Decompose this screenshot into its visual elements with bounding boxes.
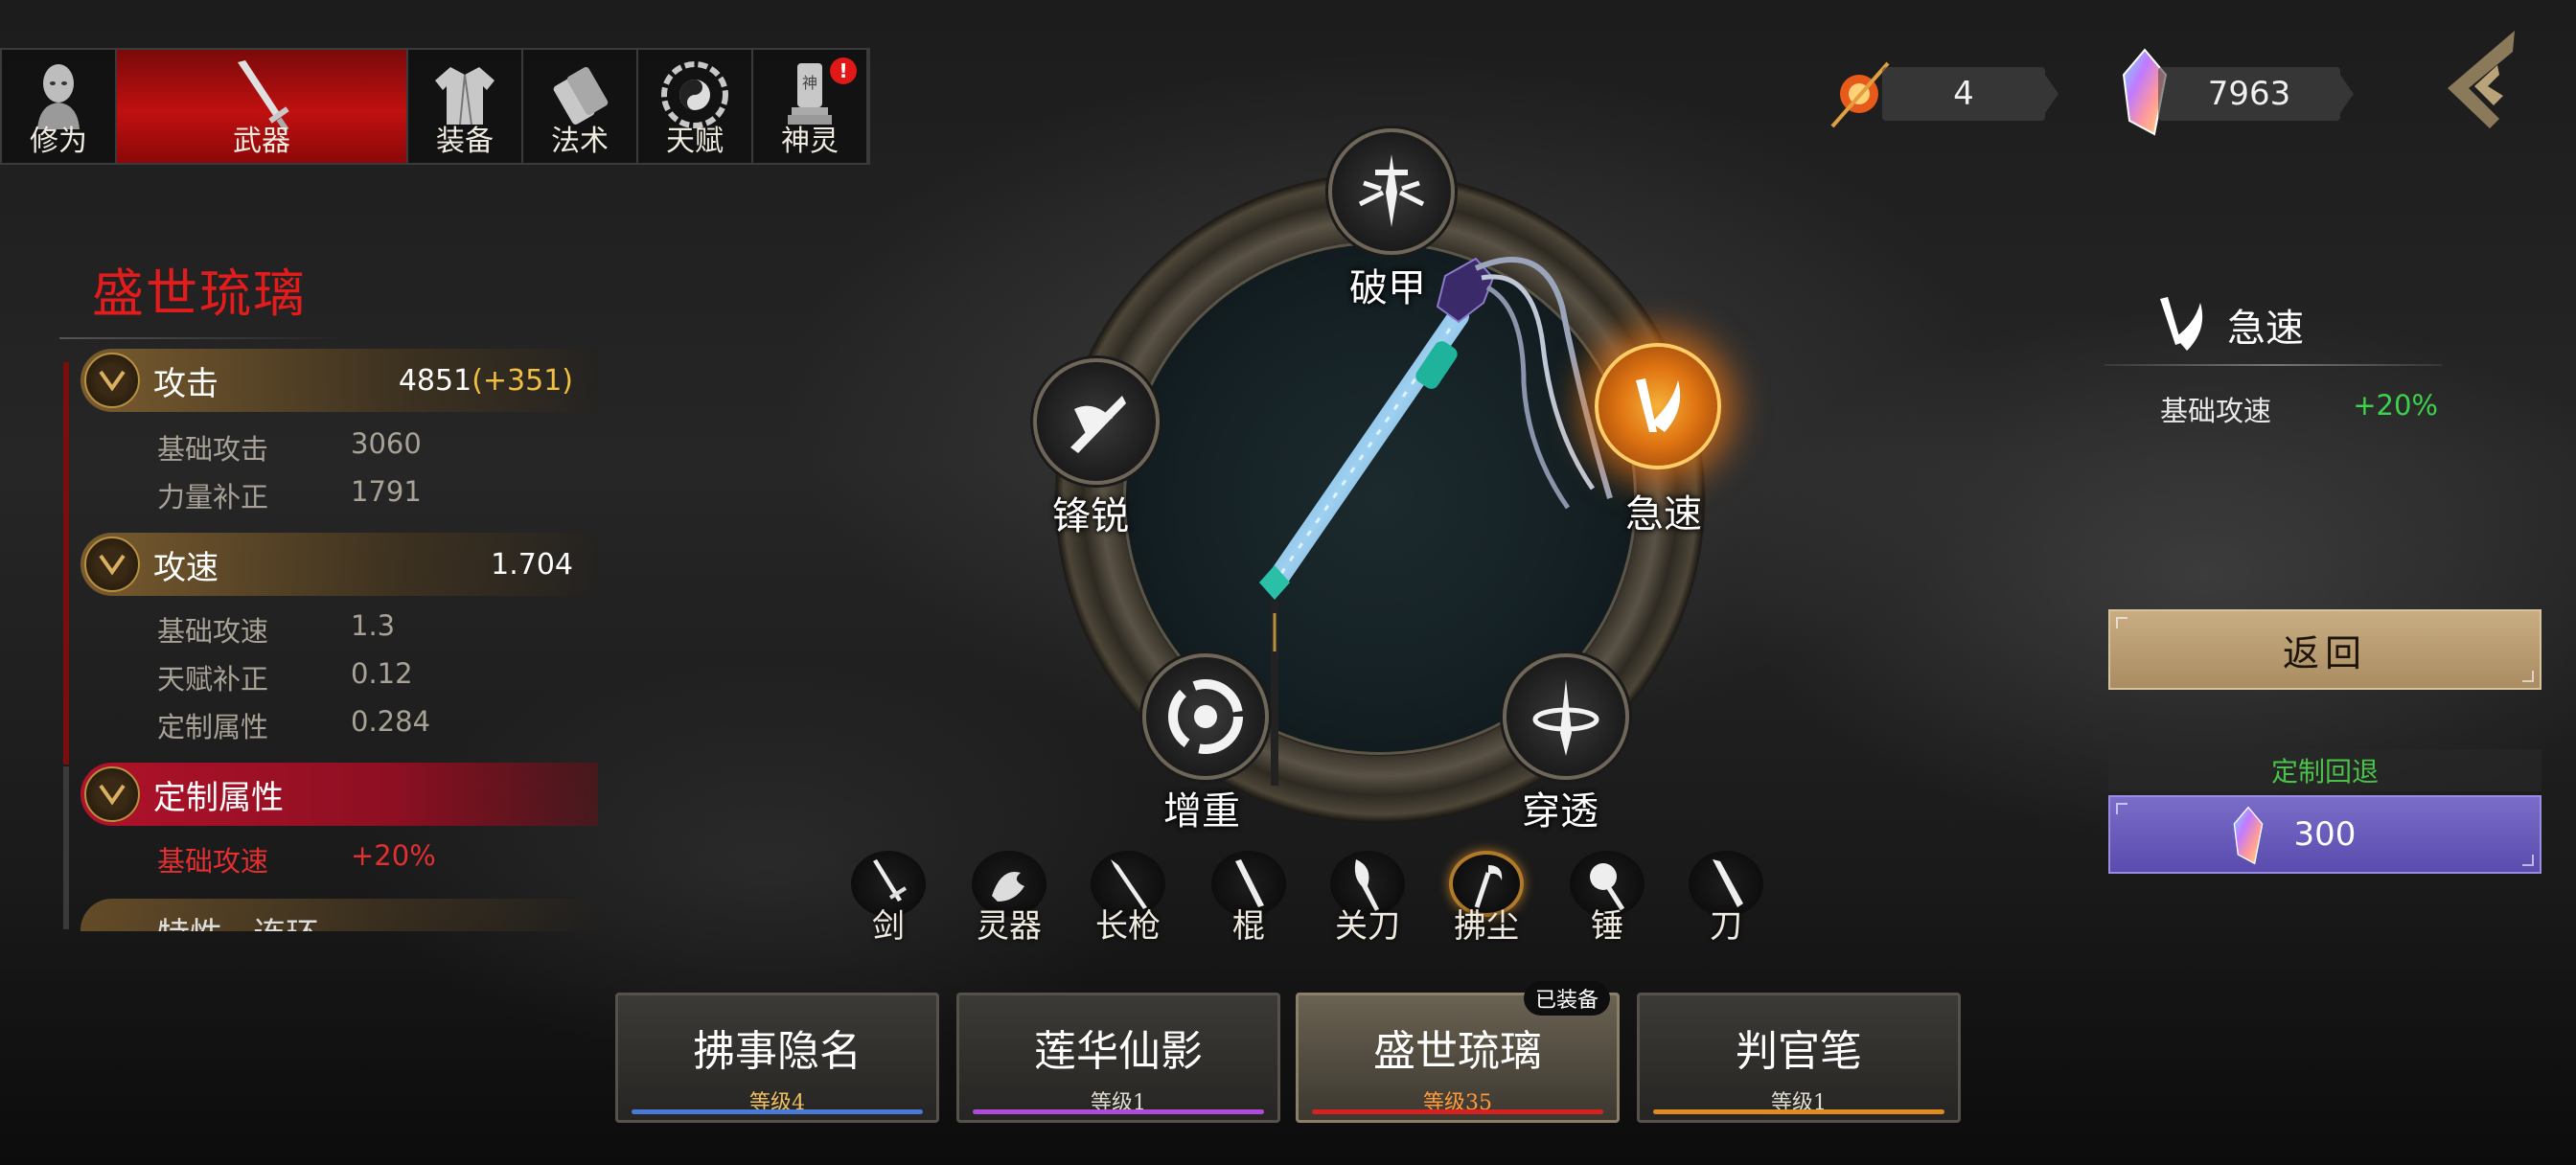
rarity-bar	[1312, 1109, 1603, 1114]
divider	[59, 337, 347, 339]
weapon-type-sword[interactable]: 剑	[845, 851, 932, 947]
reset-button[interactable]: 300	[2108, 795, 2542, 874]
stat-attack-header[interactable]: 攻击 4851(+351)	[80, 349, 598, 412]
tab-weapon[interactable]: 武器	[117, 50, 408, 163]
node-label: 急速	[1625, 492, 1702, 537]
weapon-type-glaive[interactable]: 关刀	[1324, 851, 1411, 947]
tab-label: 修为	[30, 125, 87, 158]
svg-text:神: 神	[802, 74, 817, 92]
node-label: 增重	[1163, 789, 1240, 834]
weapon-title: 盛世琉璃	[92, 263, 307, 324]
node-label: 穿透	[1522, 789, 1598, 834]
stat-attack-speed-header[interactable]: 攻速 1.704	[80, 533, 598, 596]
rarity-bar	[973, 1109, 1264, 1114]
node-swift[interactable]	[1595, 343, 1721, 469]
stat-name: 定制属性	[153, 778, 284, 817]
tab-equipment[interactable]: 装备	[408, 50, 523, 163]
node-weight[interactable]	[1142, 653, 1269, 780]
stat-sub-row: 天赋补正 0.12	[157, 657, 413, 696]
pierce-sword-icon	[1532, 679, 1599, 756]
stat-sub-row: 定制属性 0.284	[157, 705, 431, 743]
tab-label: 法术	[551, 125, 609, 158]
equipped-badge: 已装备	[1524, 981, 1611, 1016]
divider	[2104, 364, 2442, 366]
stat-sub-row: 基础攻击 3060	[157, 427, 422, 466]
weapon-type-spear[interactable]: 长枪	[1085, 851, 1171, 947]
reset-cost: 300	[2293, 815, 2357, 854]
stat-value: 4851(+351)	[398, 363, 573, 398]
stat-name: 攻速	[153, 548, 218, 587]
weapon-type-staff[interactable]: 棍	[1206, 851, 1292, 947]
weapon-card[interactable]: 莲华仙影 等级1	[956, 993, 1280, 1123]
tab-label: 武器	[233, 125, 290, 158]
node-label: 破甲	[1349, 266, 1426, 310]
node-pierce[interactable]	[1503, 653, 1629, 780]
swift-blade-icon	[2160, 297, 2203, 351]
alert-badge: !	[830, 57, 857, 84]
menu-emblem-icon[interactable]	[2440, 27, 2522, 132]
weapon-card[interactable]: 判官笔 等级1	[1637, 993, 1961, 1123]
chevron-down-icon	[84, 766, 140, 822]
tab-deity[interactable]: 神 ! 神灵	[753, 50, 868, 163]
stat-sub-row: 基础攻速 1.3	[157, 609, 396, 648]
weapon-card[interactable]: 拂事隐名 等级4	[615, 993, 939, 1123]
stat-custom-header[interactable]: 定制属性	[80, 763, 598, 826]
reset-label: 定制回退	[2108, 749, 2542, 791]
weapon-card-name: 莲华仙影	[1034, 1027, 1203, 1076]
top-tab-bar: 修为 武器 装备 法术 天赋 神 ! 神灵	[0, 48, 870, 165]
weapon-type-hammer[interactable]: 锤	[1564, 851, 1650, 947]
rainbow-crystal-icon	[2233, 806, 2264, 865]
vortex-icon	[1168, 679, 1243, 754]
back-button[interactable]: 返回	[2108, 609, 2542, 690]
orb-count: 4	[1882, 67, 2058, 121]
node-sharp[interactable]	[1033, 358, 1160, 485]
node-label: 锋锐	[1052, 494, 1129, 538]
sharp-blade-icon	[1070, 396, 1126, 453]
weapon-type-spirit[interactable]: 灵器	[966, 851, 1052, 947]
chevron-down-icon	[84, 353, 140, 408]
rarity-bar	[1653, 1109, 1944, 1114]
node-armor-break[interactable]	[1328, 128, 1455, 255]
chevron-down-icon	[84, 537, 140, 592]
swift-blade-icon	[1636, 378, 1681, 432]
armor-break-icon	[1358, 154, 1425, 227]
panel-rail	[63, 766, 69, 929]
selected-node-effect: 基础攻速 +20%	[2160, 389, 2438, 427]
weapon-type-whisk[interactable]: 拂尘	[1443, 851, 1530, 947]
weapon-card-name: 拂事隐名	[693, 1027, 862, 1076]
tab-label: 神灵	[781, 125, 839, 158]
tab-label: 天赋	[666, 125, 724, 158]
weapon-card-name: 判官笔	[1736, 1027, 1862, 1076]
tab-talent[interactable]: 天赋	[638, 50, 753, 163]
tab-label: 装备	[436, 125, 494, 158]
selected-node-title: 急速	[2150, 291, 2304, 358]
tab-cultivation[interactable]: 修为	[2, 50, 117, 163]
rarity-bar	[632, 1109, 923, 1114]
stat-sub-row: 基础攻速 +20%	[157, 839, 436, 878]
stat-name: 攻击	[153, 364, 218, 403]
panel-rail	[63, 362, 69, 765]
weapon-type-blade[interactable]: 刀	[1683, 851, 1769, 947]
stat-trait-header[interactable]: 特性 · 连环	[80, 899, 598, 931]
crystal-count: 7963	[2158, 67, 2354, 121]
stat-sub-row: 力量补正 1791	[157, 475, 422, 514]
tab-spells[interactable]: 法术	[523, 50, 638, 163]
weapon-card-name: 盛世琉璃	[1373, 1027, 1542, 1076]
stat-value: 1.704	[491, 547, 573, 582]
